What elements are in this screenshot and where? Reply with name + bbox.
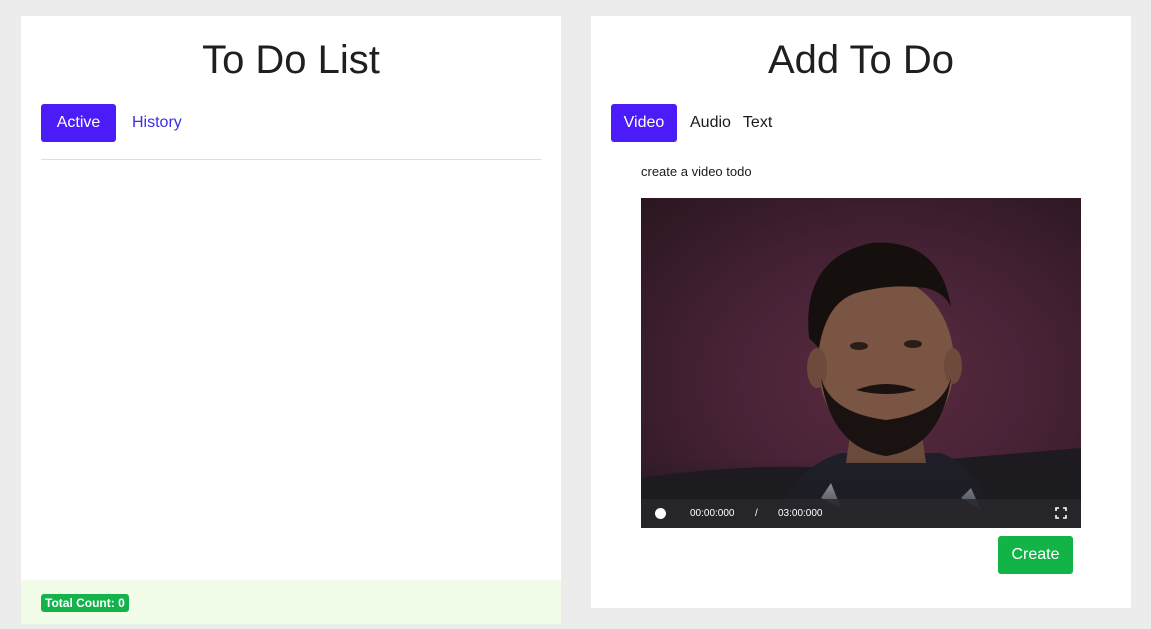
todo-list-footer: Total Count: 0 xyxy=(21,580,561,624)
tab-history[interactable]: History xyxy=(132,104,182,142)
tab-text[interactable]: Text xyxy=(743,104,772,142)
total-time: 03:00:000 xyxy=(778,508,823,519)
add-todo-tabs: Video Audio Text xyxy=(611,104,772,142)
add-todo-panel: Add To Do Video Audio Text create a vide… xyxy=(591,16,1131,608)
add-todo-title: Add To Do xyxy=(767,38,955,82)
create-button[interactable]: Create xyxy=(998,536,1073,574)
time-separator: / xyxy=(755,508,758,519)
video-caption: create a video todo xyxy=(641,164,752,179)
todo-list-title: To Do List xyxy=(202,38,380,82)
todo-list-tabs: Active History xyxy=(41,104,182,142)
tab-active[interactable]: Active xyxy=(41,104,116,142)
tabs-divider xyxy=(41,159,541,160)
current-time: 00:00:000 xyxy=(690,508,735,519)
tab-video[interactable]: Video xyxy=(611,104,677,142)
video-controls-bar: 00:00:000 / 03:00:000 xyxy=(641,499,1081,528)
tab-audio[interactable]: Audio xyxy=(690,104,731,142)
total-count-badge: Total Count: 0 xyxy=(41,594,129,612)
record-icon[interactable] xyxy=(655,508,666,519)
fullscreen-icon[interactable] xyxy=(1055,507,1067,522)
todo-list-panel: To Do List Active History Total Count: 0 xyxy=(21,16,561,624)
video-preview[interactable]: 00:00:000 / 03:00:000 xyxy=(641,198,1081,528)
